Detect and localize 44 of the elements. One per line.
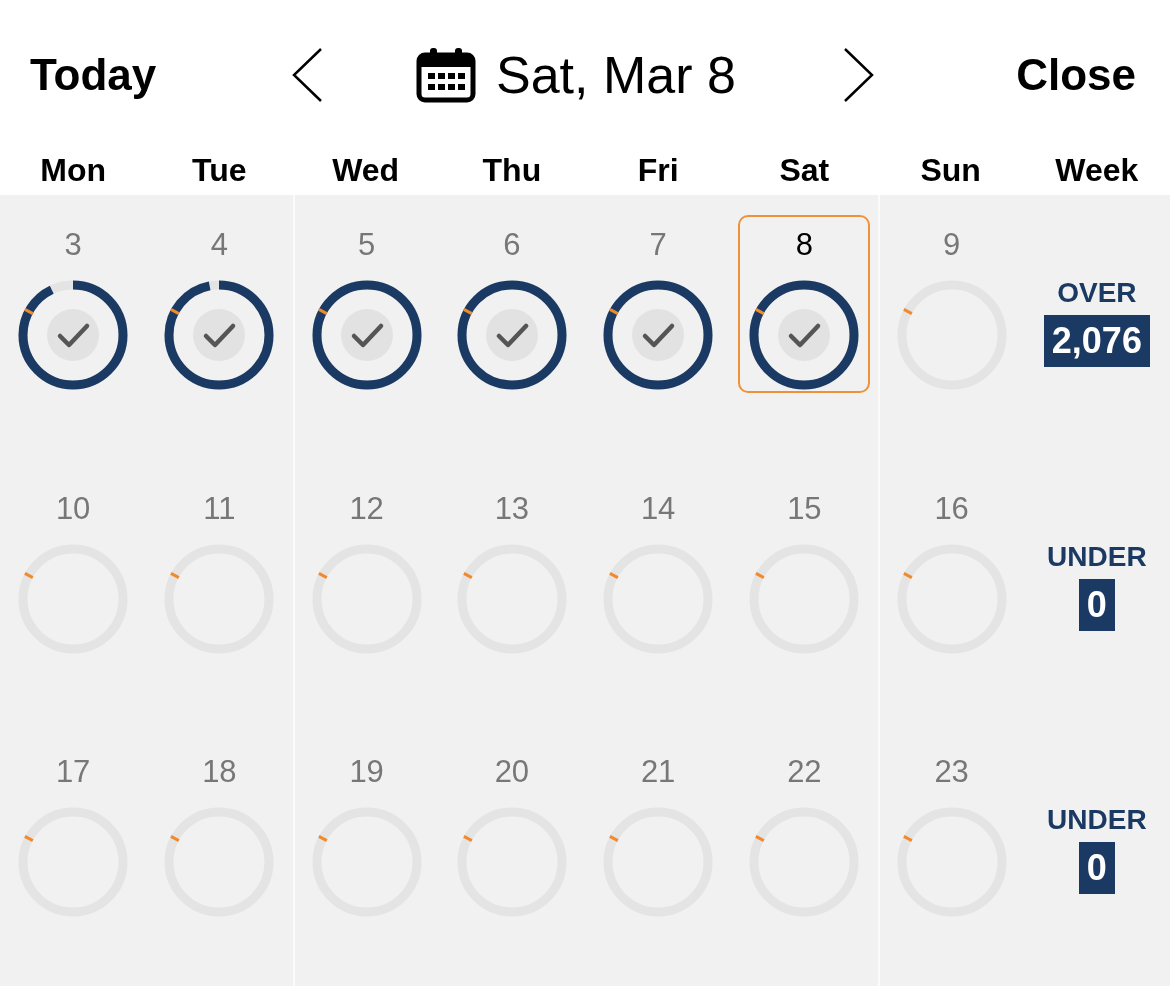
day-number: 20 bbox=[494, 754, 530, 791]
week-total-badge: 2,076 bbox=[1043, 315, 1150, 367]
weekday-label: Tue bbox=[192, 151, 247, 190]
day-number: 3 bbox=[64, 227, 82, 263]
chevron-left-icon bbox=[291, 47, 323, 103]
weekday-label: Thu bbox=[482, 151, 542, 190]
day-number: 4 bbox=[210, 227, 228, 263]
weekday-label: Sat bbox=[779, 151, 830, 190]
chevron-right-icon bbox=[843, 47, 875, 103]
day-number: 11 bbox=[203, 490, 236, 527]
week-status-label: UNDER bbox=[1047, 540, 1147, 573]
week-total-badge: 0 bbox=[1078, 842, 1115, 895]
today-button[interactable]: Today bbox=[30, 42, 180, 108]
previous-button[interactable] bbox=[290, 47, 324, 103]
day-number: 21 bbox=[640, 754, 676, 791]
day-number: 13 bbox=[494, 490, 530, 527]
day-number: 12 bbox=[349, 490, 384, 527]
day-number: 16 bbox=[934, 490, 969, 527]
day-number: 18 bbox=[202, 754, 237, 791]
week-total-badge: 0 bbox=[1078, 578, 1115, 631]
next-button[interactable] bbox=[842, 47, 876, 103]
close-button[interactable]: Close bbox=[986, 42, 1136, 108]
day-number: 8 bbox=[795, 227, 813, 263]
date-title: Sat, Mar 8 bbox=[496, 45, 736, 106]
selected-day-highlight[interactable]: 8 bbox=[738, 215, 871, 393]
day-number: 17 bbox=[55, 754, 91, 791]
day-number: 6 bbox=[503, 227, 521, 263]
week-status-label: OVER bbox=[1057, 277, 1137, 309]
day-number: 19 bbox=[349, 754, 384, 791]
day-number: 9 bbox=[943, 227, 961, 263]
day-number: 22 bbox=[787, 754, 822, 791]
day-number: 14 bbox=[640, 490, 676, 527]
week-status-label: UNDER bbox=[1047, 804, 1147, 837]
weekday-label: Wed bbox=[332, 151, 400, 190]
day-number: 7 bbox=[649, 227, 667, 263]
day-number: 10 bbox=[55, 490, 91, 527]
calendar-icon bbox=[416, 47, 476, 103]
weekday-label: Week bbox=[1055, 151, 1139, 190]
weekday-label: Mon bbox=[40, 151, 106, 190]
weekday-label: Sun bbox=[920, 151, 981, 190]
day-number: 23 bbox=[934, 754, 969, 791]
day-number: 5 bbox=[358, 227, 376, 263]
weekday-label: Fri bbox=[637, 151, 679, 190]
day-number: 15 bbox=[787, 490, 822, 527]
